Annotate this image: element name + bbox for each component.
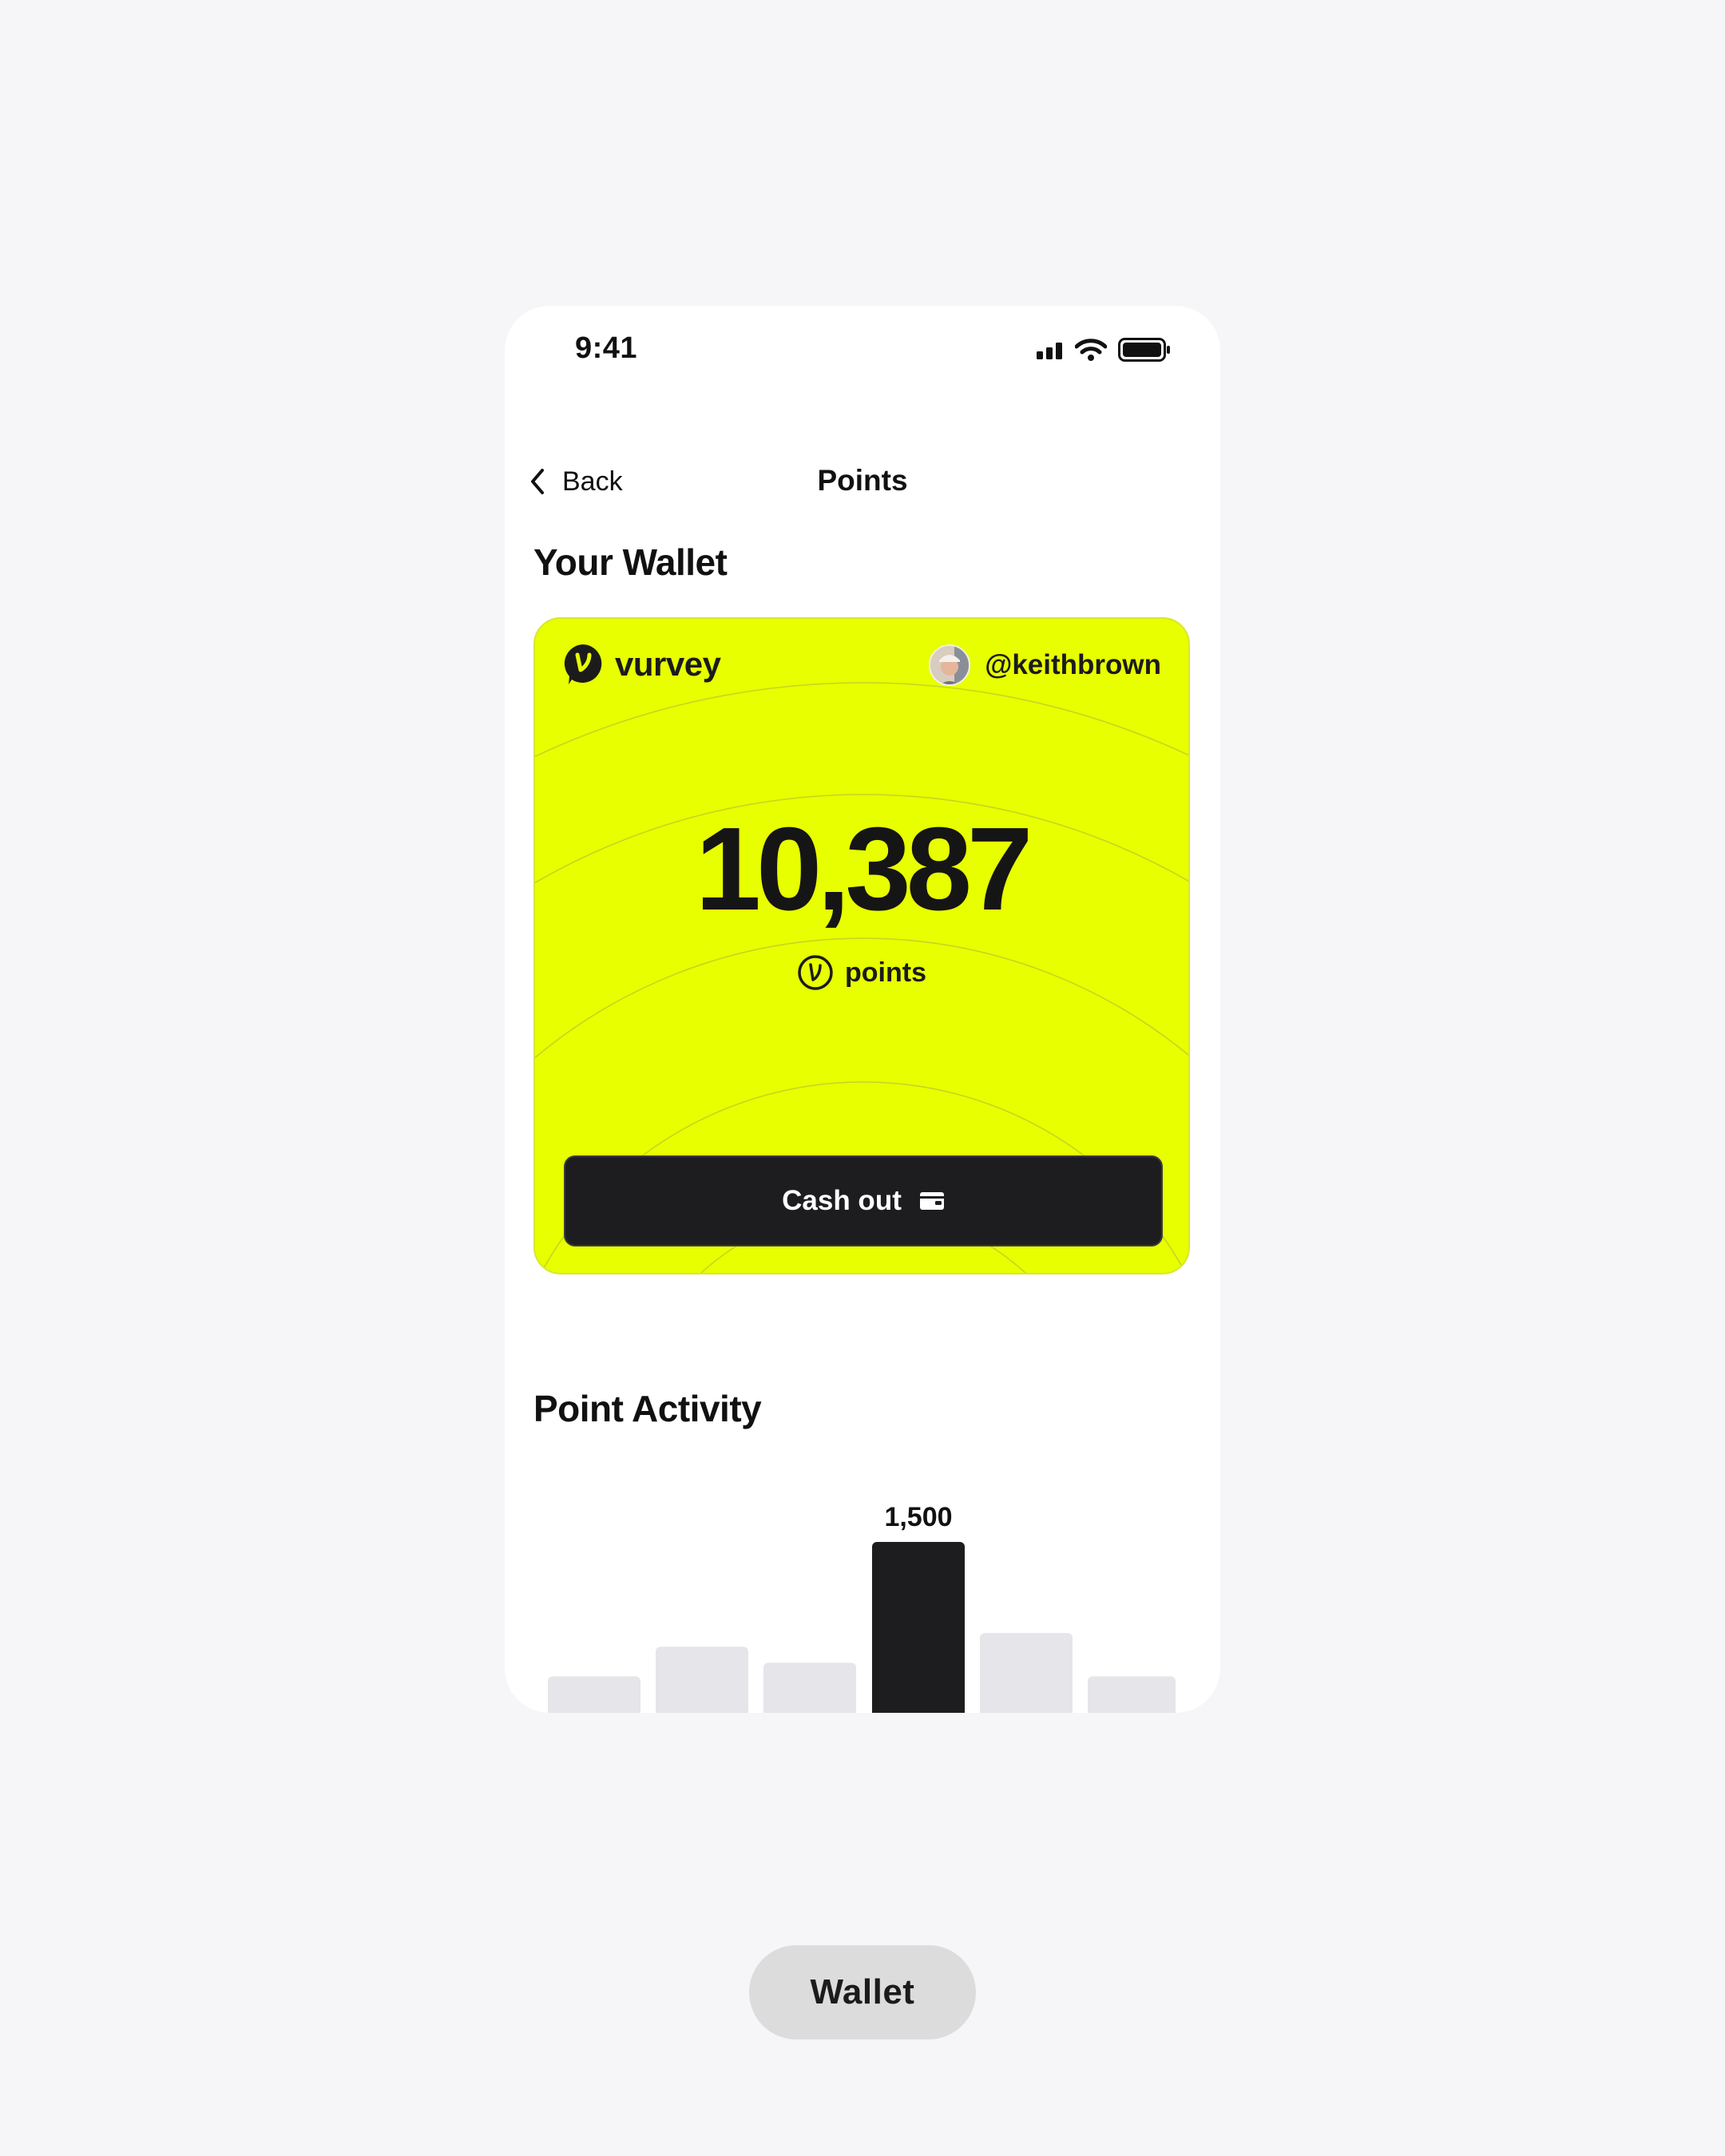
points-unit-label: points [845, 957, 926, 988]
status-icons [1037, 338, 1171, 362]
activity-section-title: Point Activity [533, 1388, 762, 1429]
username: @keithbrown [985, 649, 1161, 680]
cash-out-label: Cash out [782, 1185, 902, 1216]
chart-bar[interactable] [548, 1676, 640, 1713]
vurvey-logo-icon [564, 644, 602, 684]
points-balance: 10,387 [695, 803, 1033, 935]
avatar-image [930, 646, 970, 684]
points-coin-icon [798, 955, 833, 990]
avatar [929, 644, 971, 686]
wifi-icon [1075, 339, 1107, 361]
chart-bar[interactable] [980, 1633, 1073, 1713]
status-time: 9:41 [575, 331, 638, 365]
wallet-icon [919, 1192, 944, 1210]
brand-name: vurvey [615, 645, 721, 683]
phone-screen: 9:41 Back Points Your Wallet vurvey @kei… [505, 306, 1220, 1713]
chart-bar[interactable] [763, 1663, 856, 1713]
brand-logo: vurvey [562, 643, 721, 686]
wallet-label: Wallet [810, 1972, 915, 2011]
wallet-card: vurvey @keithbrown 10,387 points Cash ou… [533, 617, 1190, 1274]
wallet-section-title: Your Wallet [533, 541, 728, 583]
point-activity-chart: 1,500 [548, 1502, 1176, 1713]
chart-data-label: 1,500 [884, 1502, 952, 1532]
status-bar: 9:41 [505, 306, 1220, 402]
nav-bar: Back Points [505, 458, 1220, 505]
chart-bar[interactable] [656, 1647, 748, 1713]
cash-out-button[interactable]: Cash out [564, 1155, 1163, 1246]
chart-bar[interactable] [872, 1542, 965, 1713]
page-title: Points [817, 464, 908, 497]
battery-icon [1118, 338, 1170, 362]
points-unit: points [535, 954, 1188, 991]
cellular-signal-icon [1037, 343, 1062, 359]
wallet-label-pill: Wallet [749, 1945, 976, 2039]
chart-bar[interactable] [1088, 1676, 1176, 1713]
user-badge: @keithbrown [929, 644, 1161, 686]
